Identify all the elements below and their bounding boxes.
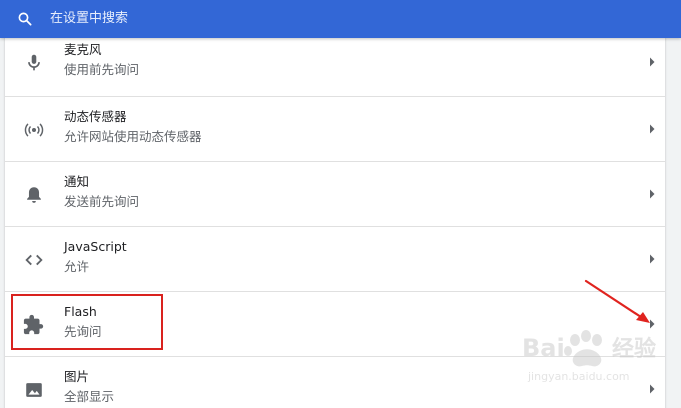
motion-sensor-icon xyxy=(24,123,44,137)
row-title: 图片 xyxy=(64,369,90,384)
row-title: JavaScript xyxy=(64,239,127,254)
row-subtitle: 发送前先询问 xyxy=(64,194,140,209)
code-icon xyxy=(25,254,43,266)
svg-text:经验: 经验 xyxy=(612,336,656,362)
settings-page: 在设置中搜索 麦克风 使用前先询问 动态传感器 允许网站使用动态传感器 通知 发… xyxy=(0,0,681,408)
row-subtitle: 允许 xyxy=(64,259,90,274)
annotation-highlight-box xyxy=(11,294,163,350)
microphone-icon xyxy=(28,54,40,71)
watermark-brand: Bai xyxy=(522,334,565,362)
search-icon[interactable] xyxy=(16,10,34,28)
watermark-logo: Bai 经验 jingyan.baidu.com xyxy=(522,330,656,383)
watermark-url: jingyan.baidu.com xyxy=(527,370,630,383)
settings-row-notifications[interactable]: 通知 发送前先询问 xyxy=(5,161,665,226)
search-bar: 在设置中搜索 xyxy=(0,0,681,38)
row-title: 麦克风 xyxy=(64,42,102,57)
row-subtitle: 使用前先询问 xyxy=(64,62,140,77)
chevron-right-icon[interactable] xyxy=(647,123,657,135)
settings-row-microphone[interactable]: 麦克风 使用前先询问 xyxy=(5,30,665,95)
settings-row-javascript[interactable]: JavaScript 允许 xyxy=(5,226,665,291)
chevron-right-icon[interactable] xyxy=(647,56,657,68)
chevron-right-icon[interactable] xyxy=(647,253,657,265)
chevron-right-icon[interactable] xyxy=(647,188,657,200)
row-title: 通知 xyxy=(64,174,90,189)
image-icon xyxy=(26,383,42,397)
row-subtitle: 允许网站使用动态传感器 xyxy=(64,129,202,144)
row-title: 动态传感器 xyxy=(64,109,127,124)
settings-row-motion-sensors[interactable]: 动态传感器 允许网站使用动态传感器 xyxy=(5,96,665,161)
row-subtitle: 全部显示 xyxy=(64,389,115,404)
search-input[interactable]: 在设置中搜索 xyxy=(50,10,128,28)
bell-icon xyxy=(27,187,41,203)
